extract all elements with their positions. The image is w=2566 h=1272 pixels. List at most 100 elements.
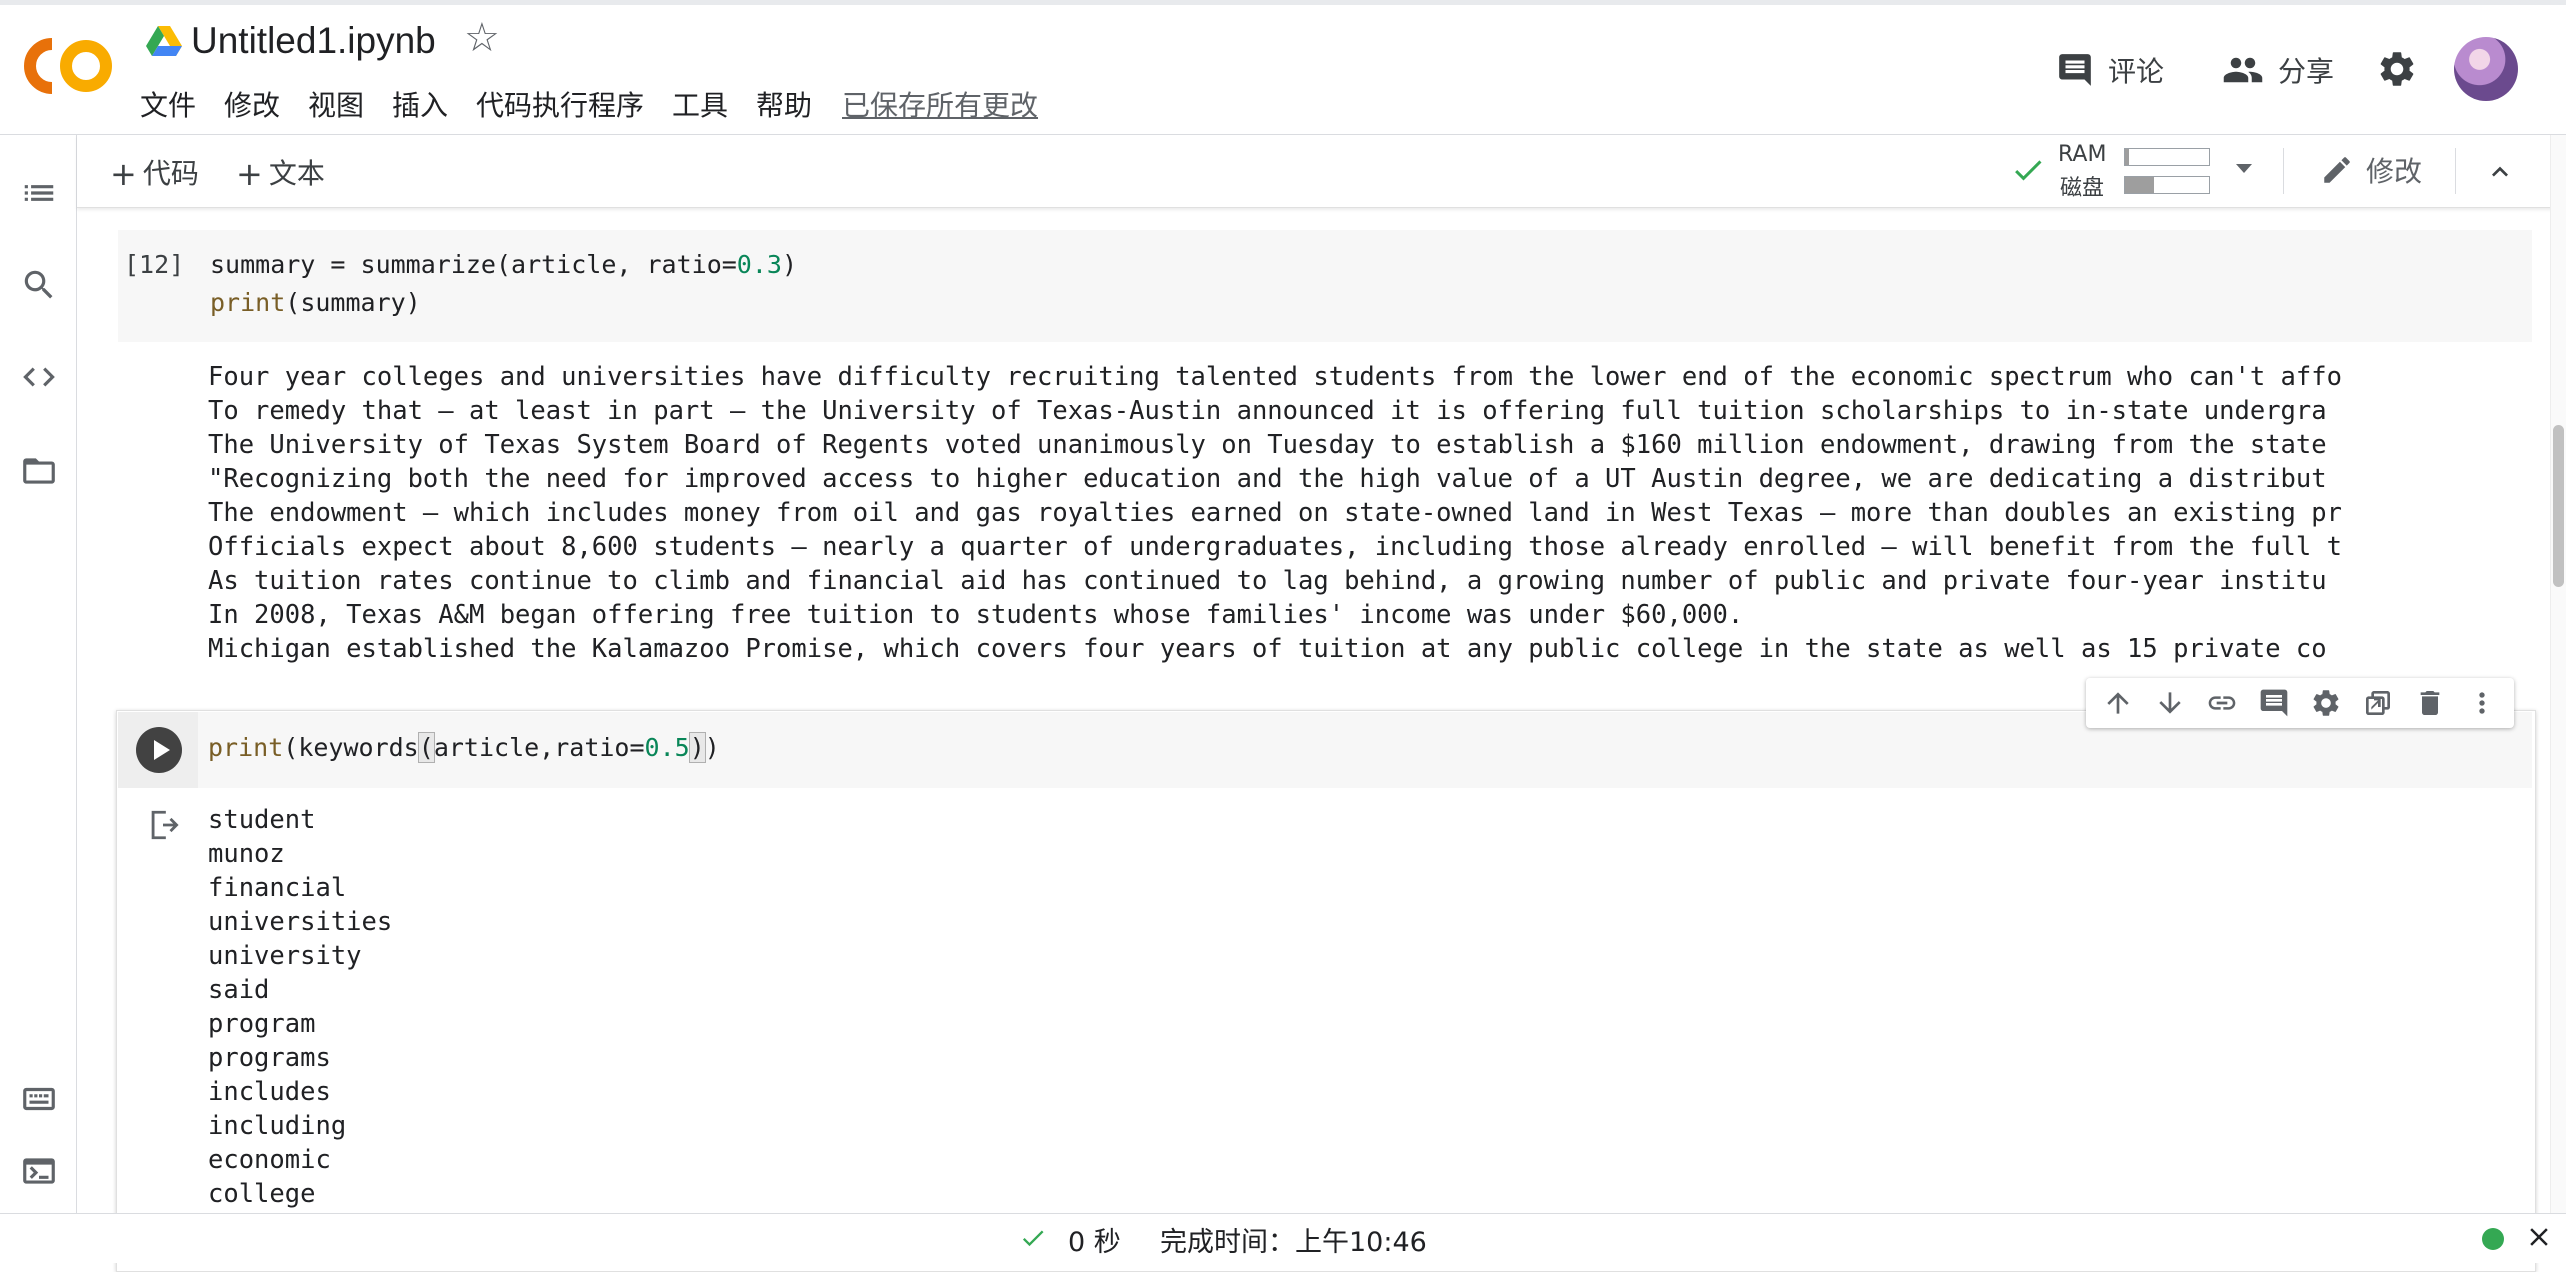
execution-duration: 0 秒: [1068, 1227, 1121, 1258]
comment-button[interactable]: 评论: [2056, 46, 2164, 94]
plus-icon: +: [110, 155, 137, 193]
disk-meter-fill: [2125, 177, 2155, 193]
comment-icon: [2059, 54, 2091, 86]
save-status-link[interactable]: 已保存所有更改: [842, 84, 1038, 124]
output-line: university: [208, 941, 362, 971]
cell-toolbar: [2086, 678, 2514, 728]
disk-meter[interactable]: [2124, 176, 2210, 194]
star-icon[interactable]: ☆: [464, 18, 500, 58]
terminal-icon[interactable]: [20, 1152, 58, 1190]
mirror-cell-icon[interactable]: [2362, 687, 2394, 719]
move-down-icon[interactable]: [2154, 687, 2186, 719]
toolbar-divider: [2455, 148, 2456, 194]
output-line: "Recognizing both the need for improved …: [208, 464, 2327, 494]
scrollbar-thumb[interactable]: [2553, 425, 2564, 587]
add-text-button[interactable]: + 文本: [236, 152, 325, 193]
code-line[interactable]: print(keywords(article,ratio=0.5)): [208, 732, 720, 763]
more-vert-icon[interactable]: [2466, 687, 2498, 719]
status-dot-icon: [2482, 1228, 2504, 1250]
output-line: program: [208, 1009, 316, 1039]
chevron-down-icon[interactable]: [2234, 160, 2254, 176]
code-paren: ): [704, 733, 720, 762]
add-code-label: 代码: [142, 157, 199, 190]
code-paren-highlight: ): [688, 732, 706, 763]
top-border: [0, 0, 2566, 5]
notebook-title[interactable]: Untitled1.ipynb: [191, 20, 436, 62]
menu-view[interactable]: 视图: [308, 84, 364, 124]
code-snippets-icon[interactable]: [20, 358, 58, 396]
code-line[interactable]: print(summary): [210, 288, 421, 317]
add-code-button[interactable]: + 代码: [110, 152, 199, 193]
output-line: economic: [208, 1145, 331, 1175]
delete-trash-icon[interactable]: [2414, 687, 2446, 719]
code-function: print: [208, 733, 284, 762]
output-line: Michigan established the Kalamazoo Promi…: [208, 634, 2327, 664]
table-of-contents-icon[interactable]: [20, 174, 58, 212]
chevron-up-icon[interactable]: [2484, 156, 2516, 188]
notebook-toolbar: [77, 135, 2566, 208]
menu-tools[interactable]: 工具: [672, 84, 728, 124]
disk-label: 磁盘: [2060, 176, 2105, 201]
run-cell-button[interactable]: [136, 727, 182, 773]
move-up-icon[interactable]: [2102, 687, 2134, 719]
output-line: In 2008, Texas A&M began offering free t…: [208, 600, 1744, 630]
output-line: includes: [208, 1077, 331, 1107]
ram-label: RAM: [2058, 142, 2107, 167]
cell-output: Four year colleges and universities have…: [208, 360, 2528, 670]
output-line: Four year colleges and universities have…: [208, 362, 2342, 392]
code-line[interactable]: summary = summarize(article, ratio=0.3): [210, 250, 797, 279]
menu-edit[interactable]: 修改: [224, 84, 280, 124]
command-palette-icon[interactable]: [20, 1080, 58, 1118]
user-avatar[interactable]: [2454, 37, 2518, 101]
code-number: 0.5: [644, 733, 690, 762]
comment-icon[interactable]: [2258, 687, 2290, 719]
output-line: As tuition rates continue to climb and f…: [208, 566, 2327, 596]
output-line: student: [208, 805, 316, 835]
output-line: Officials expect about 8,600 students — …: [208, 532, 2342, 562]
close-icon[interactable]: [2524, 1222, 2554, 1252]
output-line: programs: [208, 1043, 331, 1073]
share-label: 分享: [2278, 55, 2335, 88]
output-line: To remedy that — at least in part — the …: [208, 396, 2327, 426]
output-line: said: [208, 975, 270, 1005]
code-args: article,ratio=: [433, 733, 645, 762]
output-line: including: [208, 1111, 347, 1141]
scrollbar-track[interactable]: [2550, 135, 2566, 1213]
output-line: The University of Texas System Board of …: [208, 430, 2327, 460]
colab-logo[interactable]: [22, 34, 118, 98]
code-call: keywords: [298, 733, 419, 762]
ram-meter[interactable]: [2124, 148, 2210, 166]
code-text: summary = summarize(article, ratio=0.3): [210, 250, 798, 279]
pencil-icon: [2324, 157, 2350, 183]
menu-help[interactable]: 帮助: [756, 84, 812, 124]
clear-output-icon[interactable]: [146, 808, 180, 842]
folder-icon[interactable]: [20, 452, 58, 490]
menu-insert[interactable]: 插入: [392, 84, 448, 124]
link-icon[interactable]: [2206, 687, 2238, 719]
output-line: college: [208, 1179, 316, 1209]
search-icon[interactable]: [20, 266, 58, 304]
share-button[interactable]: 分享: [2222, 46, 2334, 94]
menu-runtime[interactable]: 代码执行程序: [476, 84, 644, 124]
execution-count: [12]: [124, 250, 185, 279]
output-line: munoz: [208, 839, 285, 869]
add-text-label: 文本: [268, 157, 325, 190]
output-line: universities: [208, 907, 393, 937]
menu-file[interactable]: 文件: [140, 84, 196, 124]
ram-meter-fill: [2125, 149, 2130, 165]
plus-icon: +: [236, 155, 263, 193]
output-line: financial: [208, 873, 347, 903]
comment-label: 评论: [2108, 55, 2165, 88]
settings-gear-icon[interactable]: [2310, 687, 2342, 719]
edit-button[interactable]: 修改: [2320, 150, 2422, 190]
code-cell-focused[interactable]: [116, 710, 2536, 1272]
settings-gear-icon[interactable]: [2376, 48, 2418, 90]
edit-label: 修改: [2366, 155, 2423, 188]
people-icon: [2223, 57, 2263, 83]
cell-output: student munoz financial universities uni…: [208, 803, 392, 1211]
connected-check-icon: [2015, 160, 2042, 181]
code-cell[interactable]: [118, 230, 2532, 342]
google-drive-icon[interactable]: [146, 26, 182, 58]
toolbar-divider: [2283, 148, 2284, 194]
code-paren-highlight: (: [417, 732, 435, 763]
